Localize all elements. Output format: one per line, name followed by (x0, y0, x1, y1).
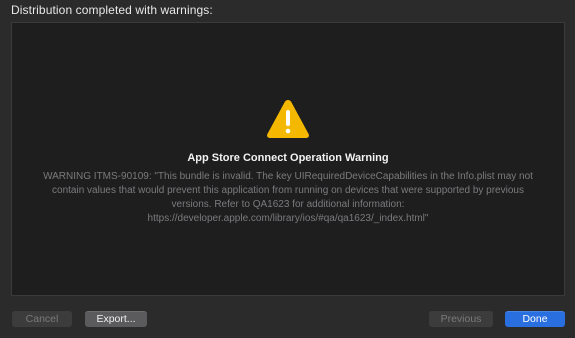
warning-title: App Store Connect Operation Warning (187, 152, 389, 164)
warning-triangle-icon (267, 100, 309, 138)
sheet-heading: Distribution completed with warnings: (11, 3, 213, 17)
previous-button[interactable]: Previous (429, 311, 493, 327)
cancel-button[interactable]: Cancel (12, 311, 72, 327)
warning-message: WARNING ITMS-90109: "This bundle is inva… (43, 171, 533, 224)
export-button[interactable]: Export... (85, 311, 147, 327)
distribution-sheet: Distribution completed with warnings: Ap… (0, 0, 575, 338)
done-button[interactable]: Done (505, 311, 565, 327)
